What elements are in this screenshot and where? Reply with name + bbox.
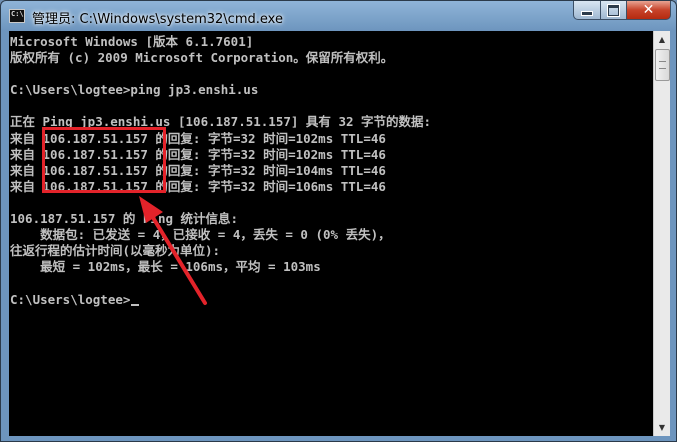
console-prompt: C:\Users\logtee> (10, 291, 131, 307)
scroll-down-button[interactable]: ▼ (654, 419, 670, 436)
close-icon: ✕ (642, 2, 655, 18)
caption-buttons: ✕ (573, 1, 671, 21)
scrollbar-thumb[interactable] (655, 49, 670, 81)
cmd-window: 管理员: C:\Windows\system32\cmd.exe ✕ Micro… (0, 0, 677, 442)
scroll-up-button[interactable]: ▲ (654, 31, 670, 48)
console-line: 版权所有 (c) 2009 Microsoft Corporation。保留所有… (10, 50, 394, 66)
maximize-icon (608, 4, 619, 16)
maximize-button[interactable] (601, 1, 627, 20)
window-title: 管理员: C:\Windows\system32\cmd.exe (32, 12, 283, 27)
arrow-down-icon: ▼ (658, 423, 666, 432)
console-line: 数据包: 已发送 = 4，已接收 = 4，丢失 = 0 (0% 丢失)， (10, 227, 391, 243)
minimize-button[interactable] (573, 1, 601, 20)
vertical-scrollbar[interactable]: ▲ ▼ (653, 31, 670, 436)
console-line: 最短 = 102ms，最长 = 106ms，平均 = 103ms (10, 259, 321, 275)
console-line: 106.187.51.157 的 Ping 统计信息: (10, 211, 239, 227)
text-cursor (131, 303, 140, 306)
console-line: C:\Users\logtee>ping jp3.enshi.us (10, 82, 259, 98)
console-output[interactable]: Microsoft Windows [版本 6.1.7601] 版权所有 (c)… (9, 31, 653, 436)
console-line: Microsoft Windows [版本 6.1.7601] (10, 34, 254, 49)
ip-highlight-box (42, 127, 166, 193)
minimize-icon (582, 12, 592, 15)
cmd-icon[interactable] (9, 9, 25, 23)
arrow-up-icon: ▲ (658, 35, 666, 44)
title-bar[interactable]: 管理员: C:\Windows\system32\cmd.exe ✕ (1, 1, 676, 32)
close-button[interactable]: ✕ (627, 1, 671, 20)
console-prompt-line: C:\Users\logtee> (10, 292, 653, 308)
console-line: 往返行程的估计时间(以毫秒为单位): (10, 243, 221, 259)
